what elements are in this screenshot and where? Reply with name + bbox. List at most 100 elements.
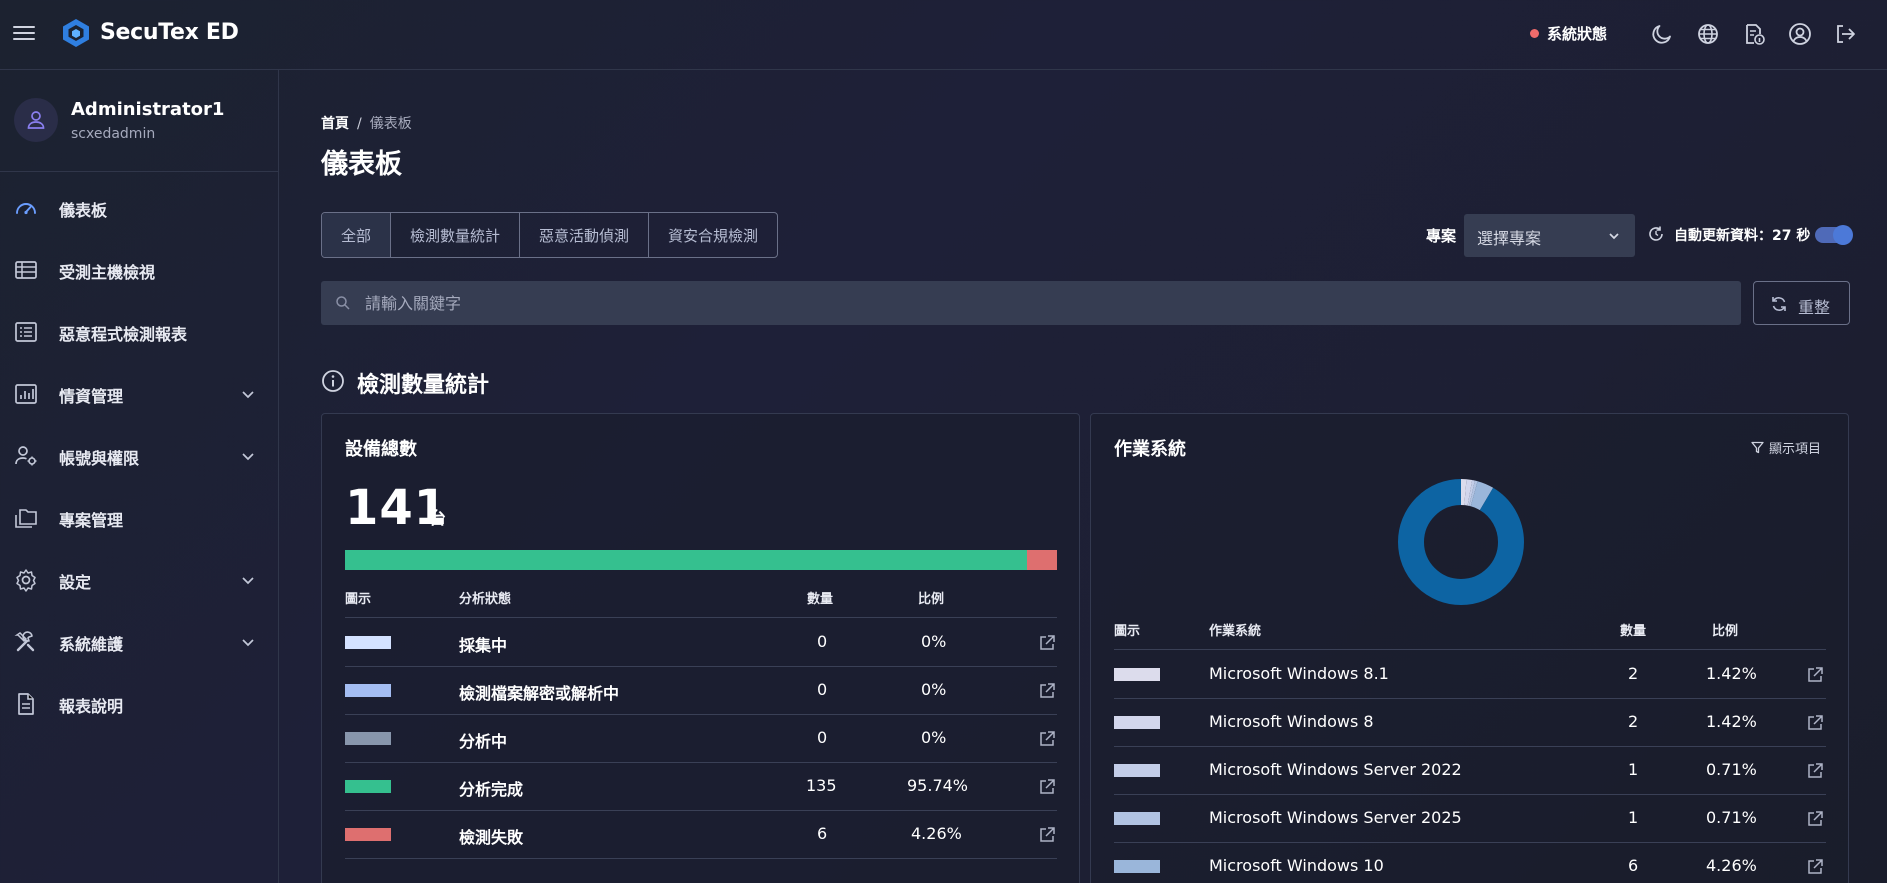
external-link-icon[interactable] (1037, 777, 1057, 797)
legend-swatch (345, 636, 391, 649)
external-link-icon[interactable] (1037, 681, 1057, 701)
user-profile: Administrator1 scxedadmin (0, 70, 278, 172)
project-label: 專案 (1426, 227, 1457, 245)
menu-icon[interactable] (12, 21, 36, 45)
os-name: Microsoft Windows Server 2025 (1209, 808, 1462, 827)
display-items-button[interactable]: 顯示項目 (1751, 438, 1821, 457)
gear-icon (14, 568, 38, 592)
document-icon (14, 692, 38, 716)
tab-detection-stats[interactable]: 檢測數量統計 (391, 213, 521, 257)
auto-refresh-toggle[interactable] (1815, 225, 1853, 245)
info-icon (321, 369, 345, 393)
table-row: 檢測檔案解密或解析中 0 0% (345, 667, 1057, 715)
col-ratio: 比例 (918, 592, 945, 607)
col-count: 數量 (1620, 624, 1647, 639)
tab-compliance[interactable]: 資安合規檢測 (649, 213, 777, 257)
external-link-icon[interactable] (1805, 809, 1825, 829)
col-count: 數量 (807, 592, 834, 607)
search-input[interactable] (365, 281, 1725, 325)
search-bar (321, 281, 1741, 325)
sidebar-item-dashboard[interactable]: 儀表板 (0, 183, 278, 233)
external-link-icon[interactable] (1037, 729, 1057, 749)
moon-icon[interactable] (1650, 22, 1674, 46)
dashboard-gauge-icon (14, 196, 38, 220)
breadcrumb-current: 儀表板 (369, 116, 412, 132)
refresh-icon (1770, 295, 1788, 313)
status-ratio: 0% (921, 680, 947, 699)
legend-swatch (345, 732, 391, 745)
col-ratio: 比例 (1712, 624, 1739, 639)
sidebar-item-intelligence[interactable]: 情資管理 (0, 369, 278, 419)
os-name: Microsoft Windows 8.1 (1209, 664, 1389, 683)
status-stacked-bar (345, 550, 1057, 570)
devices-table-header: 圖示 分析狀態 數量 比例 (345, 588, 1057, 618)
donut-slice[interactable] (1398, 479, 1524, 605)
document-info-icon[interactable] (1742, 22, 1766, 46)
status-name: 採集中 (459, 636, 508, 655)
os-name: Microsoft Windows 8 (1209, 712, 1374, 731)
breadcrumb-separator: / (357, 116, 362, 132)
sidebar-item-settings[interactable]: 設定 (0, 555, 278, 605)
search-icon (335, 295, 351, 311)
globe-icon[interactable] (1696, 22, 1720, 46)
breadcrumb-home[interactable]: 首頁 (321, 116, 349, 132)
status-ratio: 0% (921, 632, 947, 651)
external-link-icon[interactable] (1805, 665, 1825, 685)
sidebar-item-label: 系統維護 (59, 635, 124, 654)
external-link-icon[interactable] (1037, 633, 1057, 653)
sidebar-item-report-help[interactable]: 報表說明 (0, 679, 278, 729)
reset-button[interactable]: 重整 (1753, 281, 1850, 325)
project-select[interactable]: 選擇專案 (1464, 214, 1635, 257)
tab-all[interactable]: 全部 (322, 213, 392, 257)
sidebar-item-malware-report[interactable]: 惡意程式檢測報表 (0, 307, 278, 357)
status-name: 檢測檔案解密或解析中 (459, 684, 620, 703)
sidebar-item-label: 情資管理 (59, 387, 124, 406)
status-count: 0 (817, 680, 828, 699)
external-link-icon[interactable] (1805, 761, 1825, 781)
table-row: 分析完成 135 95.74% (345, 763, 1057, 811)
sidebar-item-projects[interactable]: 專案管理 (0, 493, 278, 543)
secutex-logo-icon (62, 18, 90, 48)
table-row: 採集中 0 0% (345, 619, 1057, 667)
auto-refresh-label: 自動更新資料：27 秒 (1674, 228, 1811, 244)
os-ratio: 4.26% (1706, 856, 1757, 875)
report-list-icon (14, 320, 38, 344)
os-name: Microsoft Windows 10 (1209, 856, 1384, 875)
table-row: 檢測失敗 6 4.26% (345, 811, 1057, 859)
sidebar-item-maintenance[interactable]: 系統維護 (0, 617, 278, 667)
project-select-value: 選擇專案 (1477, 229, 1542, 248)
table-row: 分析中 0 0% (345, 715, 1057, 763)
os-ratio: 1.42% (1706, 712, 1757, 731)
legend-swatch (345, 828, 391, 841)
tools-icon (14, 630, 38, 654)
user-circle-icon[interactable] (1788, 22, 1812, 46)
status-count: 135 (806, 776, 837, 795)
reset-button-label: 重整 (1798, 298, 1831, 317)
external-link-icon[interactable] (1805, 857, 1825, 877)
external-link-icon[interactable] (1805, 713, 1825, 733)
chevron-down-icon (1606, 228, 1622, 244)
status-name: 檢測失敗 (459, 828, 524, 847)
sidebar-item-label: 惡意程式檢測報表 (59, 325, 188, 344)
status-count: 0 (817, 632, 828, 651)
devices-card: 設備總數 141 台 圖示 分析狀態 數量 比例 採集中 0 0% 檢測檔案解密… (321, 413, 1080, 883)
section-title: 檢測數量統計 (357, 373, 490, 398)
system-status[interactable]: 系統狀態 (1530, 23, 1607, 44)
table-row: Microsoft Windows Server 2025 1 0.71% (1114, 795, 1826, 843)
status-ratio: 4.26% (911, 824, 962, 843)
tab-malicious-activity[interactable]: 惡意活動偵測 (520, 213, 650, 257)
logout-icon[interactable] (1833, 22, 1857, 46)
sidebar-item-accounts[interactable]: 帳號與權限 (0, 431, 278, 481)
avatar[interactable] (14, 98, 58, 142)
os-card-title: 作業系統 (1114, 439, 1186, 460)
user-login: scxedadmin (71, 126, 156, 142)
chevron-down-icon (240, 448, 256, 464)
top-bar: SecuTex ED 系統狀態 (0, 0, 1887, 70)
external-link-icon[interactable] (1037, 825, 1057, 845)
status-ratio: 0% (921, 728, 947, 747)
os-ratio: 0.71% (1706, 808, 1757, 827)
status-name: 分析完成 (459, 780, 524, 799)
devices-card-title: 設備總數 (345, 439, 417, 460)
sidebar-item-hosts[interactable]: 受測主機檢視 (0, 245, 278, 295)
os-count: 1 (1628, 808, 1639, 827)
